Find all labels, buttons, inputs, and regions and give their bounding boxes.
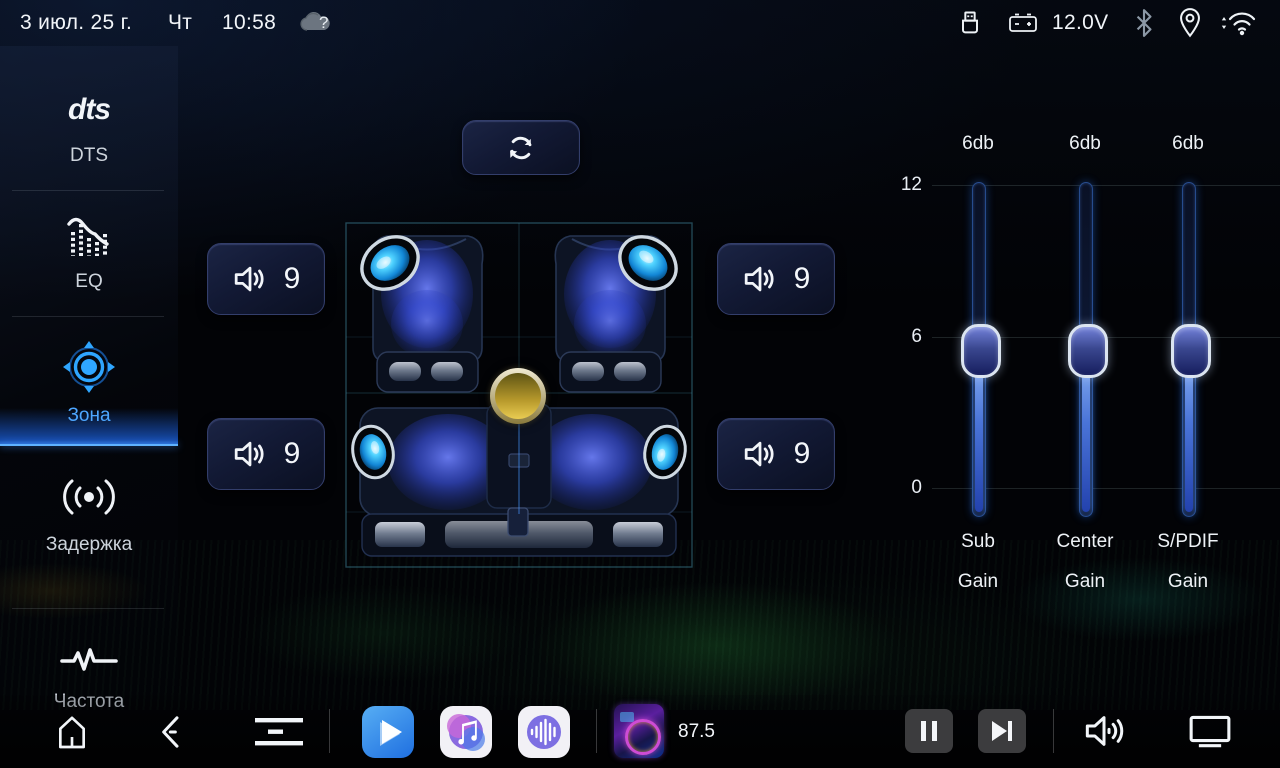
bottom-nav-bar: 87.5 <box>0 695 1280 768</box>
display-off-button[interactable] <box>1186 713 1234 756</box>
tick-label: 6 <box>888 326 922 348</box>
slider-label-center: Center <box>1030 531 1140 553</box>
pause-button[interactable] <box>905 709 953 753</box>
radio-screen <box>620 712 634 722</box>
sidebar-item-dts[interactable]: dts DTS <box>0 85 178 190</box>
wifi-icon <box>1218 8 1258 38</box>
frequency-wave-icon <box>0 644 178 683</box>
usb-icon <box>956 9 984 37</box>
sidebar-divider <box>12 190 164 191</box>
slider-label-spdif: S/PDIF <box>1133 531 1243 553</box>
balance-knob-face <box>495 373 541 419</box>
tick-label: 12 <box>888 174 922 196</box>
tick-label: 0 <box>888 477 922 499</box>
zone-reset-button[interactable] <box>462 120 580 175</box>
sidebar-active-underline <box>0 444 178 446</box>
sync-reset-icon <box>504 131 538 165</box>
sidebar-item-label: DTS <box>0 145 178 167</box>
radio-app-icon[interactable] <box>614 704 664 758</box>
sidebar-item-label: Задержка <box>0 534 178 556</box>
bluetooth-icon <box>1133 8 1155 38</box>
display-monitor-icon <box>1186 713 1234 751</box>
next-track-button[interactable] <box>978 709 1026 753</box>
music-app-icon[interactable] <box>440 706 492 758</box>
video-player-app-icon[interactable] <box>362 706 414 758</box>
zone-crosshair-icon <box>0 340 178 399</box>
sidebar-item-label: Зона <box>0 405 178 427</box>
home-button[interactable] <box>52 711 92 758</box>
zone-volume-rear-right[interactable]: 9 <box>717 418 835 490</box>
svg-text:?: ? <box>319 13 328 32</box>
sidebar-item-eq[interactable]: EQ <box>0 204 178 314</box>
car-seats-diagram <box>345 222 693 568</box>
pause-icon <box>918 719 940 743</box>
slider-label-sub-2: Gain <box>923 571 1033 593</box>
status-day: Чт <box>168 11 192 35</box>
bottombar-divider <box>596 709 597 753</box>
sidebar-divider <box>12 608 164 609</box>
sidebar-divider <box>12 316 164 317</box>
back-arrow-icon <box>152 711 192 753</box>
skip-next-icon <box>989 719 1015 743</box>
status-bar: 3 июл. 25 г. Чт 10:58 ? <box>0 0 1280 46</box>
zone-volume-value: 9 <box>794 262 811 296</box>
equalizer-icon <box>0 214 178 263</box>
slider-label-sub: Sub <box>923 531 1033 553</box>
location-icon <box>1177 7 1203 39</box>
sidebar-item-zone[interactable]: Зона <box>0 334 178 446</box>
slider-thumb-center-gain[interactable] <box>1068 324 1108 378</box>
speaker-icon <box>232 263 268 295</box>
status-time: 10:58 <box>222 11 276 35</box>
weather-icon: ? <box>298 8 334 36</box>
slider-thumb-sub-gain[interactable] <box>961 324 1001 378</box>
volume-speaker-icon <box>1082 711 1126 751</box>
bottombar-divider <box>1053 709 1054 753</box>
slider-value-spdif: 6db <box>1133 133 1243 155</box>
slider-label-center-2: Gain <box>1030 571 1140 593</box>
radio-dial <box>625 719 661 755</box>
speaker-icon <box>232 438 268 470</box>
slider-thumb-spdif-gain[interactable] <box>1171 324 1211 378</box>
zone-volume-front-right[interactable]: 9 <box>717 243 835 315</box>
speaker-icon <box>742 263 778 295</box>
sidebar: dts DTS EQ <box>0 46 178 696</box>
zone-volume-rear-left[interactable]: 9 <box>207 418 325 490</box>
lines-menu-icon <box>254 715 304 749</box>
head-unit-screen: 3 июл. 25 г. Чт 10:58 ? <box>0 0 1280 768</box>
zone-volume-front-left[interactable]: 9 <box>207 243 325 315</box>
home-icon <box>52 711 92 753</box>
zone-volume-value: 9 <box>794 437 811 471</box>
battery-voltage: 12.0V <box>1052 11 1108 35</box>
bottombar-divider <box>329 709 330 753</box>
slider-label-spdif-2: Gain <box>1133 571 1243 593</box>
voice-assistant-app-icon[interactable] <box>518 706 570 758</box>
slider-value-sub: 6db <box>923 133 1033 155</box>
volume-button[interactable] <box>1082 711 1126 756</box>
dts-logo: dts <box>0 93 178 127</box>
balance-knob[interactable] <box>490 368 546 424</box>
speaker-icon <box>742 438 778 470</box>
sidebar-item-label: EQ <box>0 271 178 293</box>
sidebar-item-delay[interactable]: Задержка <box>0 461 178 573</box>
car-battery-icon <box>1007 9 1039 37</box>
zone-volume-value: 9 <box>284 262 301 296</box>
slider-value-center: 6db <box>1030 133 1140 155</box>
zone-volume-value: 9 <box>284 437 301 471</box>
back-button[interactable] <box>152 711 192 758</box>
delay-signal-icon <box>0 475 178 524</box>
radio-frequency: 87.5 <box>678 721 715 743</box>
status-date: 3 июл. 25 г. <box>20 11 132 35</box>
gain-sliders-panel: 12 6 0 6db Sub Gain 6db Center Gain 6db … <box>880 120 1280 620</box>
recents-button[interactable] <box>254 715 304 754</box>
